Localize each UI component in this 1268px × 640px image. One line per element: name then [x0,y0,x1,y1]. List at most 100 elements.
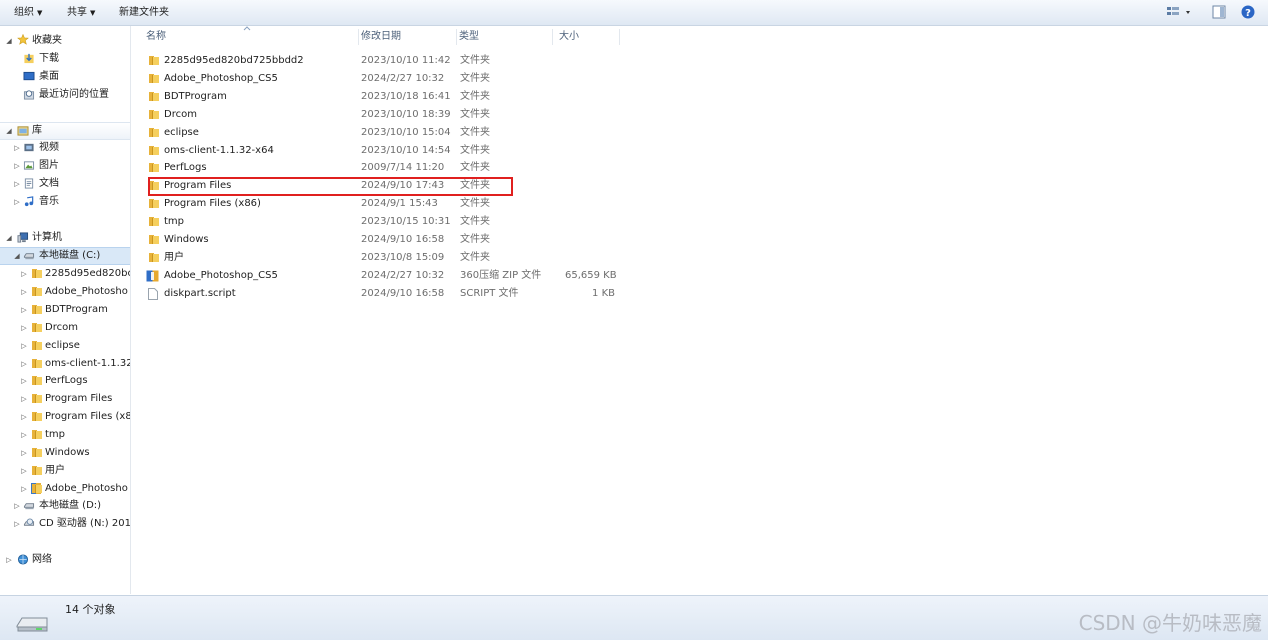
file-row[interactable]: diskpart.script 2024/9/10 16:58 SCRIPT 文件 1… [145,285,625,303]
nav-pictures[interactable]: ▷ 图片 [0,157,130,175]
file-row[interactable]: BDTProgram 2023/10/18 16:41 文件夹 [145,88,625,106]
nav-c-child-item[interactable]: ▷ oms-client-1.1.32 [0,355,130,373]
file-name: Windows [164,234,209,245]
file-type: 文件夹 [460,55,490,66]
expand-arrow-icon[interactable]: ▷ [20,444,28,462]
downloads-icon [24,53,34,64]
expand-arrow-icon[interactable]: ▷ [20,480,28,498]
zip-archive-icon [31,482,42,494]
cd-drive-icon [23,518,35,526]
view-options-button[interactable] [1166,5,1192,22]
file-row[interactable]: tmp 2023/10/15 10:31 文件夹 [145,213,625,231]
collapse-arrow-icon[interactable]: ◢ [13,248,21,264]
navigation-pane: ◢ 收藏夹 下载 桌面 最近访问的位置 ◢ 库 ▷ 视频 ▷ 图片 ▷ 文档 ▷… [0,26,131,594]
nav-desktop[interactable]: 桌面 [0,68,130,86]
column-header-name[interactable]: 名称 [131,29,359,45]
nav-local-disk-d[interactable]: ▷ 本地磁盘 (D:) [0,497,130,515]
nav-c-child-item[interactable]: ▷ PerfLogs [0,372,130,390]
nav-c-child-item[interactable]: ▷ Windows [0,444,130,462]
file-row[interactable]: 2285d95ed820bd725bbdd2 2023/10/10 11:42 文件… [145,52,625,70]
nav-downloads[interactable]: 下载 [0,50,130,68]
nav-cd-drive[interactable]: ▷ CD 驱动器 (N:) 2015 [0,515,130,533]
column-header-type[interactable]: 类型 [457,29,553,45]
nav-recent[interactable]: 最近访问的位置 [0,86,130,104]
file-row[interactable]: Windows 2024/9/10 16:58 文件夹 [145,231,625,249]
drive-icon [23,253,35,260]
file-row[interactable]: eclipse 2023/10/10 15:04 文件夹 [145,124,625,142]
file-type: 文件夹 [460,216,490,228]
collapse-arrow-icon[interactable]: ◢ [5,229,13,247]
file-row[interactable]: Adobe_Photoshop_CS5 2024/2/27 10:32 360压缩 … [145,267,625,285]
file-name: 2285d95ed820bd725bbdd2 [164,55,304,66]
expand-arrow-icon[interactable]: ▷ [20,372,28,390]
expand-arrow-icon[interactable]: ▷ [5,551,13,569]
new-folder-button[interactable]: 新建文件夹 [119,6,169,20]
expand-arrow-icon[interactable]: ▷ [13,157,21,175]
expand-arrow-icon[interactable]: ▷ [13,175,21,193]
column-header-date[interactable]: 修改日期 [359,29,457,45]
nav-c-child-item[interactable]: ▷ Adobe_Photosho [0,480,130,498]
file-row[interactable]: Program Files (x86) 2024/9/1 15:43 文件夹 [145,195,625,213]
file-row[interactable]: Drcom 2023/10/10 18:39 文件夹 [145,106,625,124]
expand-arrow-icon[interactable]: ▷ [20,337,28,355]
nav-c-child-item[interactable]: ▷ Drcom [0,319,130,337]
nav-c-child-item[interactable]: ▷ Program Files [0,390,130,408]
expand-arrow-icon[interactable]: ▷ [20,319,28,337]
share-menu-button[interactable]: 共享 ▼ [67,6,95,20]
item-count: 14 个对象 [65,603,116,616]
expand-arrow-icon[interactable]: ▷ [13,193,21,211]
help-button[interactable]: ? [1241,5,1255,22]
collapse-arrow-icon[interactable]: ◢ [5,123,13,139]
column-header-size[interactable]: 大小 [553,29,620,45]
expand-arrow-icon[interactable]: ▷ [20,301,28,319]
file-name: eclipse [164,126,199,138]
nav-libraries[interactable]: ◢ 库 [0,122,130,140]
nav-favorites[interactable]: ◢ 收藏夹 [0,32,130,50]
expand-arrow-icon[interactable]: ▷ [13,515,21,533]
expand-arrow-icon[interactable]: ▷ [20,462,28,480]
expand-arrow-icon[interactable]: ▷ [20,265,28,283]
nav-music[interactable]: ▷ 音乐 [0,193,130,211]
organize-menu-button[interactable]: 组织 ▼ [14,6,42,20]
nav-c-child-item[interactable]: ▷ BDTProgram [0,301,130,319]
expand-arrow-icon[interactable]: ▷ [20,355,28,373]
expand-arrow-icon[interactable]: ▷ [13,497,21,515]
collapse-arrow-icon[interactable]: ◢ [5,32,13,50]
file-row[interactable]: Adobe_Photoshop_CS5 2024/2/27 10:32 文件夹 [145,70,625,88]
nav-c-child-item[interactable]: ▷ Adobe_Photosho [0,283,130,301]
nav-label: Adobe_Photosho [45,285,128,297]
nav-c-child-item[interactable]: ▷ Program Files (x8 [0,408,130,426]
expand-arrow-icon[interactable]: ▷ [20,283,28,301]
file-date: 2023/10/8 15:09 [361,251,445,263]
nav-label: Adobe_Photosho [45,482,128,494]
nav-label: 最近访问的位置 [39,89,109,100]
expand-arrow-icon[interactable]: ▷ [20,426,28,444]
folder-icon [148,127,159,138]
expand-arrow-icon[interactable]: ▷ [13,139,21,157]
nav-label: Program Files [45,393,113,405]
file-name: BDTProgram [164,90,227,102]
nav-c-child-item[interactable]: ▷ 2285d95ed820bc [0,265,130,283]
nav-videos[interactable]: ▷ 视频 [0,139,130,157]
nav-c-child-item[interactable]: ▷ tmp [0,426,130,444]
file-row[interactable]: PerfLogs 2009/7/14 11:20 文件夹 [145,159,625,177]
file-row[interactable]: 用户 2023/10/8 15:09 文件夹 [145,249,625,267]
file-date: 2023/10/18 16:41 [361,90,451,102]
nav-label: BDTProgram [45,303,108,315]
nav-computer[interactable]: ◢ 计算机 [0,229,130,247]
folder-icon [148,252,159,263]
preview-pane-button[interactable] [1212,5,1226,22]
drive-icon [23,503,35,510]
nav-label: 库 [32,125,42,136]
expand-arrow-icon[interactable]: ▷ [20,390,28,408]
nav-local-disk-c[interactable]: ◢ 本地磁盘 (C:) [0,247,130,265]
file-row[interactable]: oms-client-1.1.32-x64 2023/10/10 14:54 文件夹 [145,142,625,160]
nav-network[interactable]: ▷ 网络 [0,551,130,569]
nav-c-child-item[interactable]: ▷ 用户 [0,462,130,480]
file-date: 2024/9/10 16:58 [361,287,445,299]
expand-arrow-icon[interactable]: ▷ [20,408,28,426]
folder-icon [31,304,42,315]
folder-icon [148,109,159,120]
nav-documents[interactable]: ▷ 文档 [0,175,130,193]
nav-c-child-item[interactable]: ▷ eclipse [0,337,130,355]
